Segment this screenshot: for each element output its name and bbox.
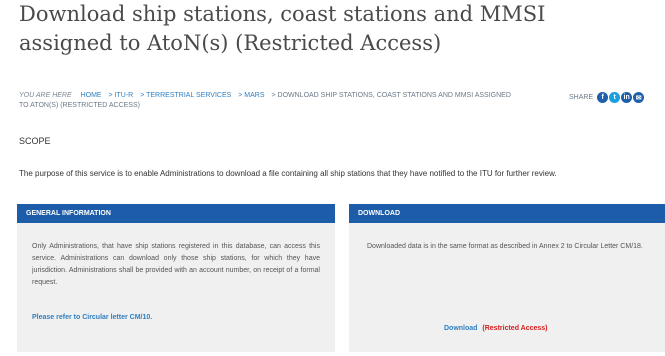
download-panel: DOWNLOAD Downloaded data is in the same …	[349, 204, 665, 352]
breadcrumb: YOU ARE HERE HOME > ITU-R > TERRESTRIAL …	[19, 91, 519, 111]
breadcrumb-mars[interactable]: > MARS	[238, 92, 264, 99]
restricted-access-label: (Restricted Access)	[482, 325, 548, 332]
breadcrumb-home[interactable]: HOME	[81, 92, 102, 99]
twitter-icon[interactable]: t	[609, 92, 621, 103]
download-link[interactable]: Download	[444, 325, 477, 332]
download-body: Downloaded data is in the same format as…	[367, 243, 643, 250]
download-heading: DOWNLOAD	[349, 204, 665, 223]
general-information-heading: GENERAL INFORMATION	[17, 204, 335, 223]
breadcrumb-terrestrial-services[interactable]: > TERRESTRIAL SERVICES	[140, 92, 231, 99]
general-information-body: Only Administrations, that have ship sta…	[32, 243, 320, 286]
breadcrumb-itu-r[interactable]: > ITU-R	[109, 92, 134, 99]
page-title: Download ship stations, coast stations a…	[19, 2, 546, 55]
circular-letter-link[interactable]: Please refer to Circular letter CM/10.	[32, 314, 152, 321]
download-link-row: Download (Restricted Access)	[444, 325, 548, 332]
scope-heading: SCOPE	[19, 136, 51, 146]
email-icon[interactable]: ✉	[633, 92, 645, 103]
share-label: SHARE	[569, 94, 594, 101]
linkedin-icon[interactable]: in	[621, 92, 633, 103]
scope-text: The purpose of this service is to enable…	[19, 169, 557, 178]
facebook-icon[interactable]: f	[597, 92, 609, 103]
breadcrumb-label: YOU ARE HERE	[19, 92, 72, 99]
general-information-panel: GENERAL INFORMATION Only Administrations…	[17, 204, 335, 352]
share-bar: SHARE f t in ✉	[569, 92, 645, 103]
